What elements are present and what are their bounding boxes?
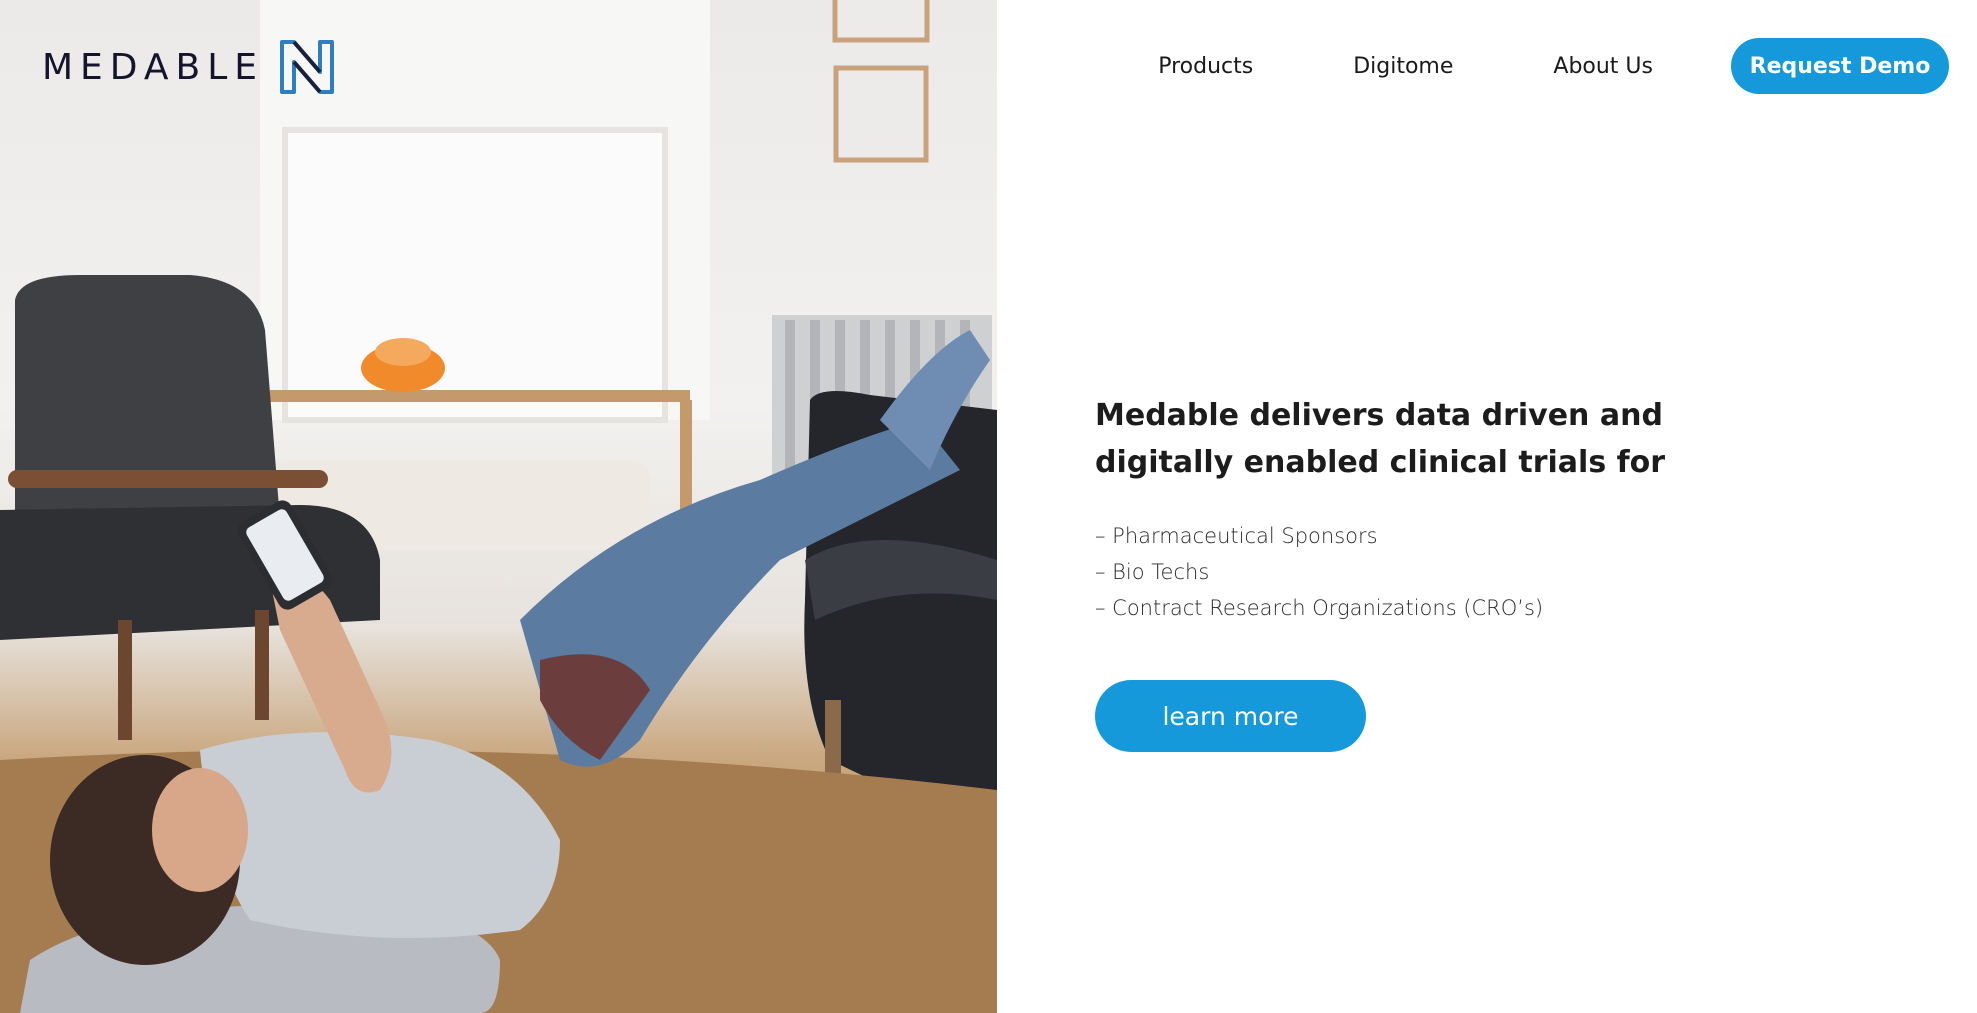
audience-item-pharma: – Pharmaceutical Sponsors bbox=[1095, 524, 1378, 548]
brand-wordmark: MEDABLE bbox=[42, 46, 265, 88]
main-nav: Products Digitome About Us Request Demo bbox=[1158, 38, 1949, 94]
nav-link-about-us[interactable]: About Us bbox=[1553, 54, 1653, 79]
brand-logo[interactable]: MEDABLE bbox=[42, 38, 336, 96]
hero-photo-illustration bbox=[0, 0, 997, 1013]
nav-link-products[interactable]: Products bbox=[1158, 54, 1253, 79]
audience-item-cro: – Contract Research Organizations (CRO’s… bbox=[1095, 596, 1544, 620]
hero-photo bbox=[0, 0, 997, 1013]
request-demo-button[interactable]: Request Demo bbox=[1731, 38, 1949, 94]
hero-headline: Medable delivers data driven and digital… bbox=[1095, 398, 1666, 480]
nav-link-digitome[interactable]: Digitome bbox=[1353, 54, 1453, 79]
medable-logo-icon bbox=[280, 40, 335, 94]
learn-more-button[interactable]: learn more bbox=[1095, 680, 1366, 752]
audience-list: – Pharmaceutical Sponsors – Bio Techs – … bbox=[1095, 518, 1855, 626]
hero-content: Medable delivers data driven and digital… bbox=[1095, 392, 1855, 752]
audience-item-biotech: – Bio Techs bbox=[1095, 560, 1210, 584]
